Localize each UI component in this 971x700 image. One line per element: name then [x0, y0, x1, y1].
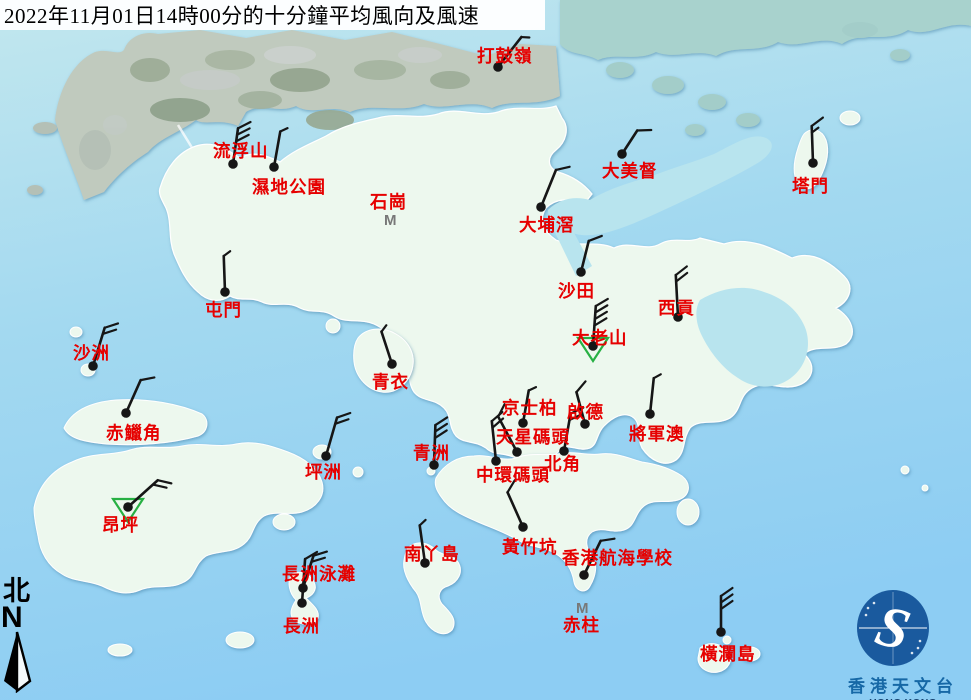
station-dot: [576, 267, 586, 277]
station-label: 青衣: [372, 373, 409, 392]
station-label: 赤鱲角: [106, 424, 162, 443]
station-label: 坪洲: [305, 463, 342, 482]
wind-barb: [269, 128, 287, 172]
station-label: 中環碼頭: [476, 466, 550, 485]
wind-barb: [716, 588, 732, 637]
station-label: 屯門: [205, 301, 242, 320]
north-arrow-icon: [0, 631, 40, 693]
station-dot: [321, 451, 331, 461]
station-dot: [645, 409, 655, 419]
station-label: 北角: [544, 455, 581, 474]
wind-barb: [220, 251, 230, 297]
station-label: 石崗: [370, 193, 407, 212]
station-label: 濕地公園: [252, 178, 326, 197]
station-label: 青洲: [413, 444, 450, 463]
wind-barb: [321, 413, 350, 461]
hko-name-chinese: 香港天文台: [838, 672, 968, 697]
station-label: 長洲: [283, 617, 320, 636]
station-label: 啟德: [567, 403, 604, 422]
station-label: 流浮山: [213, 142, 269, 161]
station-label: 赤柱: [563, 616, 600, 635]
station-dot: [121, 408, 131, 418]
wind-barb: [617, 130, 651, 159]
map-title-bar: 2022年11月01日14時00分的十分鐘平均風向及風速: [0, 0, 545, 30]
station-dot: [808, 158, 818, 168]
station-label: 黃竹坑: [502, 538, 558, 557]
station-label: 將軍澳: [629, 425, 685, 444]
station-label: 西貢: [658, 299, 695, 318]
north-label-letter: N: [0, 605, 44, 631]
station-label: 京士柏: [502, 399, 558, 418]
station-dot: [512, 447, 522, 457]
station-label: 香港航海學校: [562, 549, 673, 568]
station-dot: [536, 202, 546, 212]
wind-barb: [808, 118, 823, 168]
station-label: 打鼓嶺: [477, 47, 533, 66]
station-label: 沙田: [558, 282, 595, 301]
wind-barb: [645, 374, 661, 418]
station-label: 南丫島: [404, 545, 460, 564]
missing-data-marker: M: [576, 600, 589, 617]
station-label: 天星碼頭: [496, 428, 570, 447]
station-label: 大美督: [602, 162, 658, 181]
station-label: 昂坪: [102, 516, 139, 535]
station-dot: [387, 359, 397, 369]
station-label: 沙洲: [73, 344, 110, 363]
missing-data-marker: M: [384, 212, 397, 229]
map-title: 2022年11月01日14時00分的十分鐘平均風向及風速: [0, 0, 479, 30]
station-dot: [518, 522, 528, 532]
station-dot: [123, 502, 133, 512]
wind-barb: [381, 325, 396, 369]
station-label: 塔門: [792, 177, 829, 196]
station-dot: [220, 287, 230, 297]
hko-logo: S 香港天文台 HONG KONG OBSERVATORY: [838, 588, 968, 700]
hko-logo-icon: S: [838, 588, 968, 666]
station-dot: [617, 149, 627, 159]
station-dot: [716, 627, 726, 637]
wind-barb: [121, 377, 154, 417]
wind-barb: [576, 236, 602, 277]
wind-barb: [536, 167, 569, 212]
wind-map-stage: 流浮山濕地公園打鼓嶺大美督塔門大埔滘石崗M沙田西貢大老山屯門沙洲赤鱲角青衣坪洲青…: [0, 0, 971, 700]
station-dot: [297, 598, 307, 608]
station-label: 長洲泳灘: [282, 565, 356, 584]
station-label: 大老山: [572, 329, 628, 348]
station-dot: [579, 570, 589, 580]
wind-barb-layer: [0, 0, 971, 700]
north-indicator: 北 N: [0, 578, 44, 698]
station-label: 橫瀾島: [700, 645, 756, 664]
wind-barb: [508, 480, 528, 532]
station-dot: [269, 162, 279, 172]
station-label: 大埔滘: [519, 216, 575, 235]
